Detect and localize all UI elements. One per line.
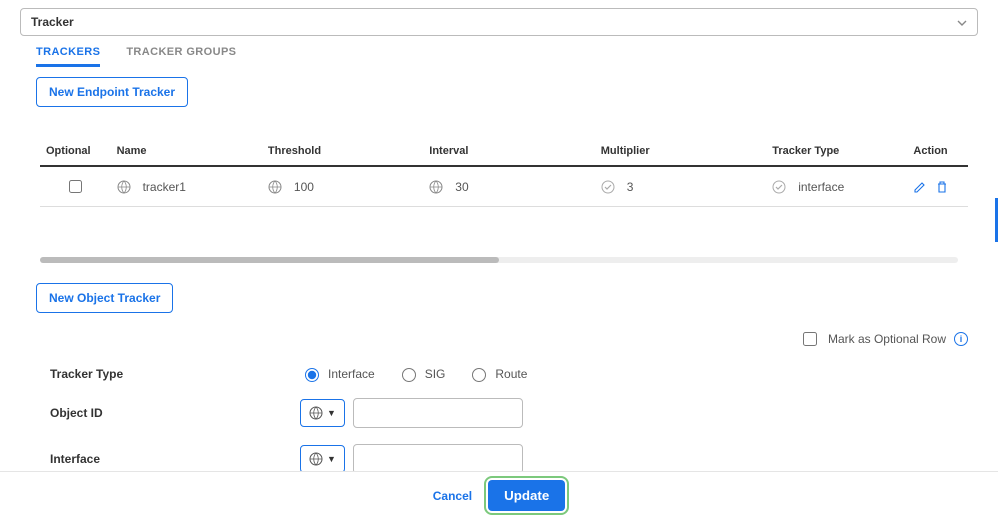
tracker-dropdown-label: Tracker xyxy=(31,15,74,29)
radio-route-label: Route xyxy=(495,367,527,381)
radio-route[interactable]: Route xyxy=(467,365,527,382)
trackers-table: Optional Name Threshold Interval Multipl… xyxy=(40,137,968,207)
globe-icon xyxy=(117,180,131,194)
tracker-type-row: Tracker Type Interface SIG Route xyxy=(20,365,978,382)
th-action: Action xyxy=(907,137,968,166)
update-button[interactable]: Update xyxy=(488,480,565,511)
th-tracker-type: Tracker Type xyxy=(766,137,907,166)
radio-sig-input[interactable] xyxy=(402,368,416,382)
cell-tracker-type: interface xyxy=(798,180,844,194)
caret-down-icon: ▼ xyxy=(327,454,336,464)
globe-icon xyxy=(309,452,323,466)
caret-down-icon: ▼ xyxy=(327,408,336,418)
check-circle-icon xyxy=(601,180,615,194)
new-object-tracker-button[interactable]: New Object Tracker xyxy=(36,283,173,313)
th-interval: Interval xyxy=(423,137,594,166)
tabs: TRACKERS TRACKER GROUPS xyxy=(20,46,978,67)
radio-sig-label: SIG xyxy=(425,367,446,381)
object-id-label: Object ID xyxy=(50,406,300,420)
cell-multiplier: 3 xyxy=(627,180,634,194)
trash-icon[interactable] xyxy=(935,180,949,194)
radio-interface-label: Interface xyxy=(328,367,375,381)
edit-icon[interactable] xyxy=(913,180,927,194)
mark-optional-label: Mark as Optional Row xyxy=(828,332,946,346)
row-optional-checkbox[interactable] xyxy=(69,180,82,193)
radio-sig[interactable]: SIG xyxy=(397,365,446,382)
scrollbar-thumb[interactable] xyxy=(40,257,499,263)
radio-interface-input[interactable] xyxy=(305,368,319,382)
globe-icon xyxy=(309,406,323,420)
cell-threshold: 100 xyxy=(294,180,314,194)
th-name: Name xyxy=(111,137,262,166)
table-row: tracker1 100 3 xyxy=(40,166,968,207)
new-endpoint-tracker-button[interactable]: New Endpoint Tracker xyxy=(36,77,188,107)
object-id-row: Object ID ▼ xyxy=(20,398,978,428)
tracker-type-radio-group: Interface SIG Route xyxy=(300,365,527,382)
chevron-down-icon xyxy=(957,15,967,29)
cell-interval: 30 xyxy=(455,180,468,194)
tracker-type-label: Tracker Type xyxy=(50,367,300,381)
radio-interface[interactable]: Interface xyxy=(300,365,375,382)
tab-tracker-groups[interactable]: TRACKER GROUPS xyxy=(126,46,236,67)
th-optional: Optional xyxy=(40,137,111,166)
th-multiplier: Multiplier xyxy=(595,137,766,166)
cell-name: tracker1 xyxy=(143,180,186,194)
object-id-input[interactable] xyxy=(353,398,523,428)
interface-input[interactable] xyxy=(353,444,523,474)
interface-row: Interface ▼ xyxy=(20,444,978,474)
info-icon[interactable]: i xyxy=(954,332,968,346)
interface-scope-button[interactable]: ▼ xyxy=(300,445,345,473)
globe-icon xyxy=(268,180,282,194)
interface-label: Interface xyxy=(50,452,300,466)
object-id-scope-button[interactable]: ▼ xyxy=(300,399,345,427)
tab-trackers[interactable]: TRACKERS xyxy=(36,46,100,67)
th-threshold: Threshold xyxy=(262,137,423,166)
tracker-dropdown[interactable]: Tracker xyxy=(20,8,978,36)
horizontal-scrollbar[interactable] xyxy=(40,257,958,263)
check-circle-icon xyxy=(772,180,786,194)
radio-route-input[interactable] xyxy=(472,368,486,382)
globe-icon xyxy=(429,180,443,194)
footer: Cancel Update xyxy=(0,471,998,519)
mark-optional-checkbox[interactable] xyxy=(803,332,817,346)
mark-optional-row: Mark as Optional Row i xyxy=(20,323,978,365)
cancel-button[interactable]: Cancel xyxy=(433,489,472,503)
